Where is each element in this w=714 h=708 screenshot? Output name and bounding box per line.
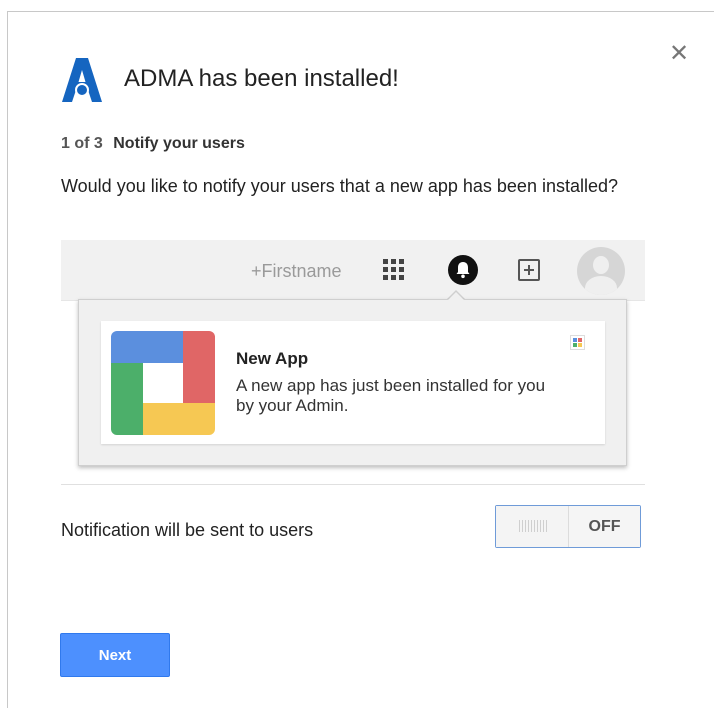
notification-toggle[interactable]: OFF <box>495 505 641 548</box>
apps-grid-icon <box>383 259 404 280</box>
step-count: 1 of 3 <box>61 135 103 152</box>
avatar-icon <box>577 247 625 295</box>
notification-text: A new app has just been installed for yo… <box>236 376 546 415</box>
popup-caret-fill <box>447 292 465 301</box>
notification-popup: New App A new app has just been installe… <box>78 299 627 466</box>
app-badge-icon <box>570 335 585 350</box>
toggle-state: OFF <box>569 506 640 547</box>
close-icon[interactable]: ✕ <box>669 42 689 66</box>
step-indicator: 1 of 3 Notify your users <box>61 135 245 153</box>
dialog-title: ADMA has been installed! <box>124 65 399 92</box>
notification-card: New App A new app has just been installe… <box>101 321 605 444</box>
preview-topbar: +Firstname <box>61 240 645 301</box>
notification-title: New App <box>236 349 309 368</box>
notification-bell-icon <box>448 255 478 285</box>
adma-logo <box>62 58 102 102</box>
next-button[interactable]: Next <box>60 633 170 677</box>
toggle-grip[interactable] <box>496 506 569 547</box>
notify-question: Would you like to notify your users that… <box>61 176 619 196</box>
add-box-icon <box>518 259 540 281</box>
dialog-header: ADMA has been installed! <box>62 55 399 103</box>
preview-username: +Firstname <box>251 261 342 281</box>
step-label: Notify your users <box>113 135 245 152</box>
new-app-logo <box>111 331 215 435</box>
divider <box>61 484 645 485</box>
notification-preview: +Firstname New App A new app has just be… <box>61 240 645 484</box>
notification-toggle-label: Notification will be sent to users <box>61 520 314 540</box>
